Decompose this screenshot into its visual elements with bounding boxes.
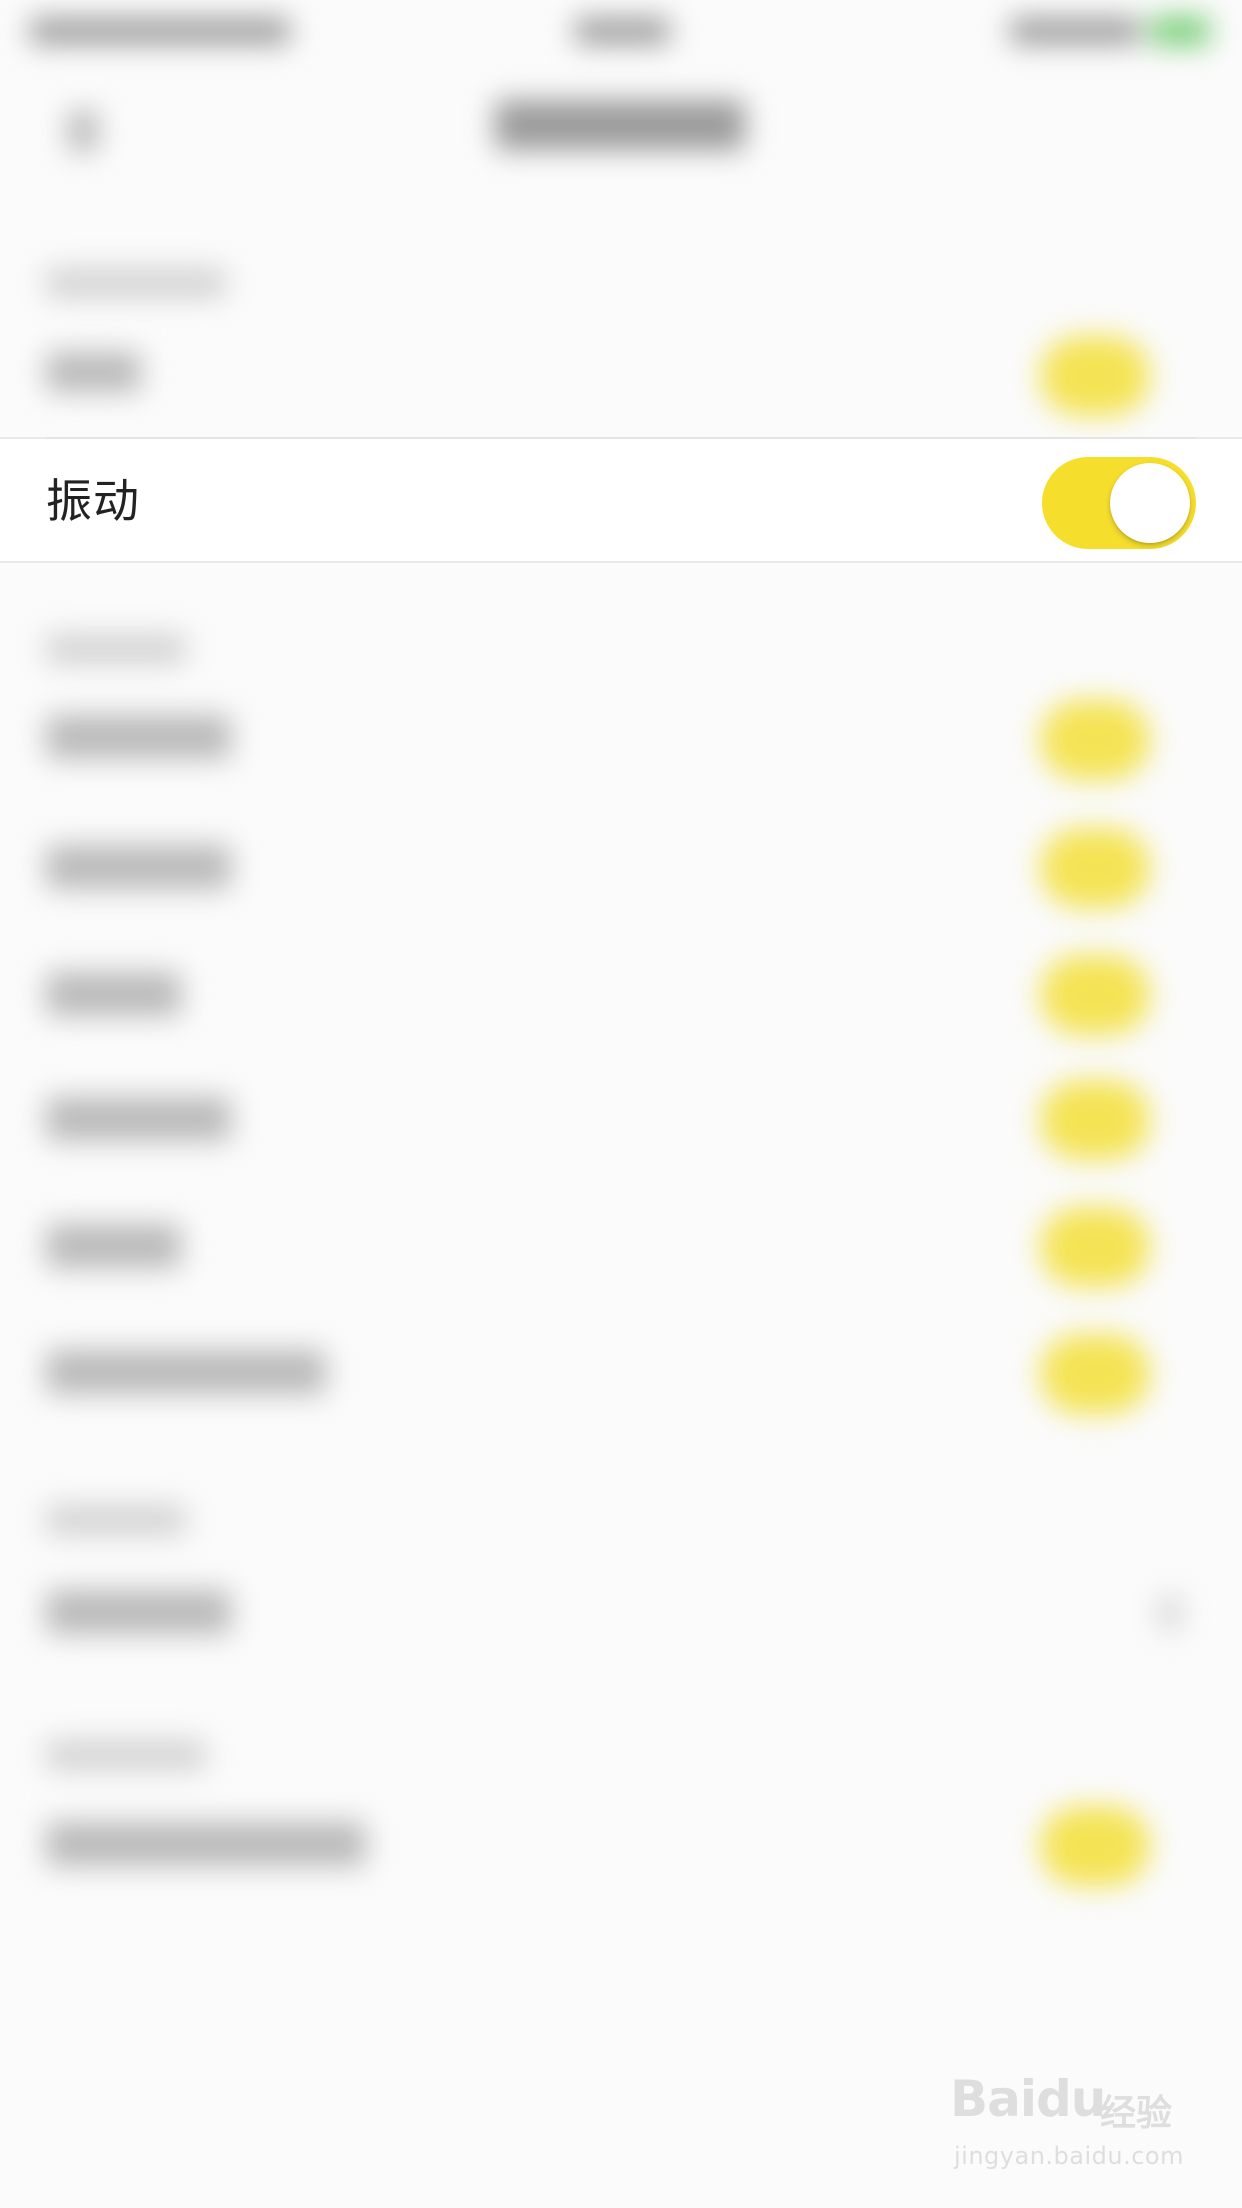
toggle	[1040, 828, 1150, 908]
blurred-background	[0, 0, 1242, 2208]
section-header	[46, 634, 186, 664]
baidu-jingyan-watermark: Baidu 经验 jingyan.baidu.com	[950, 2070, 1190, 2190]
page-title	[495, 100, 745, 150]
watermark-brand-cn: 经验	[1100, 2093, 1173, 2134]
battery-icon	[1150, 16, 1210, 46]
toggle	[1040, 1806, 1150, 1886]
row-label	[46, 972, 181, 1016]
section-header	[46, 268, 226, 298]
toggle	[1040, 336, 1150, 416]
vibrate-toggle[interactable]	[1042, 457, 1196, 549]
status-bar-right	[1010, 18, 1140, 44]
back-icon	[68, 110, 98, 152]
watermark-url: jingyan.baidu.com	[954, 2142, 1184, 2170]
status-bar-time	[575, 18, 670, 44]
toggle	[1040, 1080, 1150, 1160]
row-label	[46, 1097, 231, 1141]
chevron-right-icon	[1160, 1596, 1180, 1630]
section-header	[46, 1505, 186, 1535]
row-label	[46, 715, 231, 759]
vibrate-row[interactable]: 振动	[0, 437, 1242, 563]
row-label	[46, 1590, 231, 1634]
toggle	[1040, 1207, 1150, 1287]
status-bar-left	[30, 18, 290, 44]
toggle	[1040, 700, 1150, 780]
row-divider	[46, 437, 1196, 439]
row-label	[46, 1350, 326, 1394]
section-header	[46, 1740, 206, 1770]
toggle	[1040, 955, 1150, 1035]
toggle-knob	[1110, 463, 1190, 543]
row-label	[46, 1822, 366, 1866]
row-label	[46, 845, 231, 889]
toggle	[1040, 1334, 1150, 1414]
row-label	[46, 352, 141, 392]
watermark-brand: Baidu	[950, 2070, 1106, 2128]
vibrate-label: 振动	[46, 474, 140, 528]
row-label	[46, 1224, 181, 1268]
